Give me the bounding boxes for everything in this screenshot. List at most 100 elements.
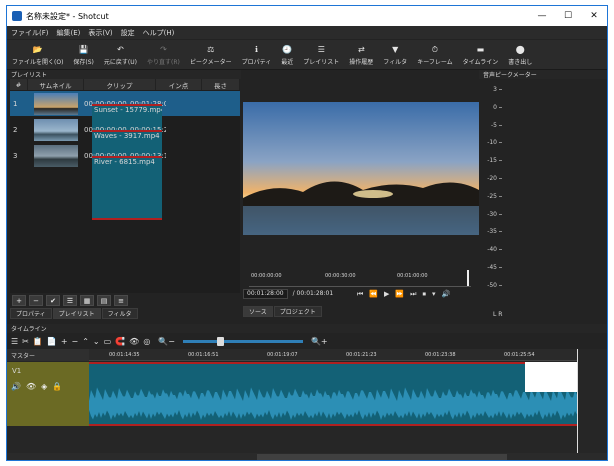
toolbar-label: 元に戻す(U) xyxy=(103,58,137,66)
player-tab-1[interactable]: プロジェクト xyxy=(273,306,322,317)
fast-forward-icon[interactable]: ⏩ xyxy=(395,290,404,298)
column-length[interactable]: 長さ xyxy=(202,79,240,90)
details-view-icon[interactable]: ☰ xyxy=(63,295,77,306)
toolbar-recent-button[interactable]: 🕘 最近 xyxy=(276,40,298,70)
playlist-row[interactable]: 1Sunset - 15779.mp400:00:00:0000:01:28:0 xyxy=(10,91,240,168)
folder-open-icon: 📂 xyxy=(32,44,43,54)
play-icon[interactable]: ▶ xyxy=(384,290,389,298)
lock-icon[interactable]: 🔒 xyxy=(52,382,62,391)
timeline-scrollbar[interactable] xyxy=(7,453,607,460)
rewind-icon[interactable]: ⏪ xyxy=(369,290,378,298)
composite-icon[interactable]: ◈ xyxy=(41,382,47,391)
toolbar-properties-button[interactable]: ℹ プロパティ xyxy=(237,40,277,70)
player-ruler[interactable]: 00:00:00:00 00:00:30:00 00:01:00:00 xyxy=(249,270,471,287)
zoom-slider[interactable] xyxy=(182,336,303,346)
split-icon[interactable]: ▭ xyxy=(104,337,112,346)
toolbar-playlist-button[interactable]: ☰ プレイリスト xyxy=(298,40,344,70)
toolbar-peak-meter-button[interactable]: ⚖ ピークメーター xyxy=(185,40,237,70)
menu-icon[interactable]: ≡ xyxy=(114,295,128,306)
column-clip[interactable]: クリップ xyxy=(84,79,156,90)
add-icon[interactable]: + xyxy=(12,295,26,306)
overwrite-icon[interactable]: ⌄ xyxy=(93,337,100,346)
menu-file[interactable]: ファイル(F) xyxy=(7,28,53,38)
copy-icon[interactable]: 📋 xyxy=(33,337,43,346)
timeline-tick-label: 00:01:14:35 xyxy=(109,352,140,358)
skip-start-icon[interactable]: ⏮ xyxy=(357,290,363,299)
stop-icon[interactable]: ⏹ xyxy=(422,290,426,299)
remove-icon[interactable]: − xyxy=(29,295,43,306)
meter-tick xyxy=(499,178,502,179)
meter-channels: L R xyxy=(493,311,503,318)
playlist-icon: ☰ xyxy=(317,44,325,54)
ripple-icon[interactable]: ◎ xyxy=(143,337,150,346)
video-preview[interactable] xyxy=(243,102,479,235)
playlist-row[interactable]: 3River - 6815.mp400:00:00:0000:00:13:1 xyxy=(10,143,240,220)
toolbar-export-button[interactable]: ⬤ 書き出し xyxy=(503,40,537,70)
main-toolbar: 📂 ファイルを開く(O) 💾 保存(S) ↶ 元に戻す(U) ↷ やり直す(R) ⚖ ピークメータ… xyxy=(7,40,607,70)
timeline-playhead[interactable] xyxy=(577,349,578,454)
player-playhead[interactable] xyxy=(467,270,469,286)
toolbar-keyframe-button[interactable]: ⏱ キーフレーム xyxy=(412,40,457,70)
close-button[interactable]: ✕ xyxy=(581,6,607,26)
timeline-ruler[interactable]: 00:01:14:35 00:01:16:51 00:01:19:07 00:01:2… xyxy=(89,349,577,361)
menu-view[interactable]: 表示(V) xyxy=(84,28,116,38)
column-number[interactable]: # xyxy=(10,79,28,90)
menu-help[interactable]: ヘルプ(H) xyxy=(139,28,179,38)
maximize-button[interactable]: ☐ xyxy=(555,6,581,26)
meter-scale-label: -45 xyxy=(487,264,497,271)
toolbar-redo-button[interactable]: ↷ やり直す(R) xyxy=(142,40,185,70)
toolbar-label: キーフレーム xyxy=(417,58,453,66)
tiles-view-icon[interactable]: ▦ xyxy=(80,295,94,306)
scrub-icon[interactable]: 👁 xyxy=(129,337,139,346)
column-in[interactable]: イン点 xyxy=(156,79,202,90)
toolbar-label: タイムライン xyxy=(462,58,499,66)
speaker-icon[interactable]: 🔊 xyxy=(11,382,21,391)
toolbar-folder-open-button[interactable]: 📂 ファイルを開く(O) xyxy=(7,40,68,70)
menu-icon[interactable]: ☰ xyxy=(11,337,18,346)
volume-icon[interactable]: 🔊 xyxy=(441,290,450,298)
column-thumbnail[interactable]: サムネイル xyxy=(28,79,84,90)
video-clip[interactable] xyxy=(89,362,577,426)
toolbar-history-button[interactable]: ⇄ 操作履歴 xyxy=(344,40,378,70)
cut-icon[interactable]: ✂ xyxy=(22,337,29,346)
toolbar-undo-button[interactable]: ↶ 元に戻す(U) xyxy=(99,40,142,70)
zoom-in-icon[interactable]: 🔍+ xyxy=(311,337,328,346)
lift-icon[interactable]: ⌃ xyxy=(82,337,89,346)
toolbar-timeline-button[interactable]: ▬ タイムライン xyxy=(458,40,504,70)
meter-scale-label: -30 xyxy=(487,210,497,218)
append-icon[interactable]: + xyxy=(61,337,68,346)
timeline-tick-label: 00:01:16:51 xyxy=(188,352,219,358)
menu-settings[interactable]: 設定 xyxy=(117,28,139,38)
skip-end-icon[interactable]: ⏭ xyxy=(410,290,416,299)
remove-icon[interactable]: − xyxy=(72,337,79,346)
toolbar-filter-button[interactable]: ▼ フィルタ xyxy=(378,40,412,70)
snap-icon[interactable]: 🧲 xyxy=(115,337,125,346)
zoom-slider-handle[interactable] xyxy=(216,336,224,346)
left-tab-0[interactable]: プロパティ xyxy=(10,308,52,319)
icons-view-icon[interactable]: ▤ xyxy=(97,295,111,306)
minimize-button[interactable]: — xyxy=(529,6,555,26)
toolbar-save-button[interactable]: 💾 保存(S) xyxy=(68,40,99,70)
meter-tick xyxy=(499,106,502,108)
meter-tick xyxy=(499,124,502,126)
zoom-out-icon[interactable]: 🔍− xyxy=(158,337,175,346)
left-tab-2[interactable]: フィルタ xyxy=(101,308,138,319)
paste-icon[interactable]: 📄 xyxy=(47,337,57,346)
ruler-tick-30: 00:00:30:00 xyxy=(325,273,356,279)
toolbar-label: フィルタ xyxy=(383,58,408,66)
row-number: 1 xyxy=(13,99,18,108)
title-bar: 名称未設定* - Shotcut — ☐ ✕ xyxy=(7,6,607,26)
filter-icon: ▼ xyxy=(392,44,399,54)
player-tab-0[interactable]: ソース xyxy=(243,306,273,317)
timeline-tick-label: 00:01:23:38 xyxy=(425,352,456,358)
eye-icon[interactable]: 👁 xyxy=(26,382,36,391)
left-tab-1[interactable]: プレイリスト xyxy=(52,308,101,319)
meter-scale-label: -25 xyxy=(487,192,497,200)
scrollbar-thumb[interactable] xyxy=(257,454,507,460)
export-icon: ⬤ xyxy=(515,44,525,54)
dropdown-icon[interactable]: ▾ xyxy=(432,290,436,298)
menu-edit[interactable]: 編集(E) xyxy=(53,28,85,38)
position-field[interactable]: 00:01:28:00 xyxy=(243,288,288,299)
playlist-row[interactable]: 2Waves - 3917.mp400:00:00:0000:00:15:2 xyxy=(10,117,240,194)
update-icon[interactable]: ✔ xyxy=(46,295,60,306)
